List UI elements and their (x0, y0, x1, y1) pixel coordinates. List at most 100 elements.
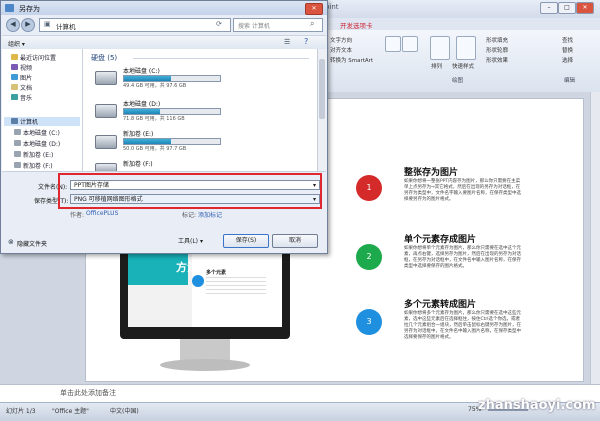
arrange-icon[interactable] (430, 36, 450, 60)
ribbon-align-text[interactable]: 对齐文本 (330, 46, 352, 54)
group-label-edit: 编辑 (564, 78, 576, 84)
shapes-gallery-icon[interactable] (402, 36, 418, 52)
nav-item-pictures[interactable]: 图片 (20, 73, 32, 82)
slide-scrollbar[interactable] (590, 92, 600, 384)
hide-folders-link[interactable]: 隐藏文件夹 (17, 239, 47, 248)
monitor-screen-text: 方法 (176, 261, 198, 274)
nav-item-drive-c[interactable]: 本地磁盘 (C:) (23, 128, 60, 137)
drive-e-info: 50.0 GB 可用，共 97.7 GB (123, 146, 187, 152)
ribbon-quick-style-button[interactable]: 快速样式 (452, 62, 474, 70)
drive-icon (14, 129, 21, 135)
ribbon-replace[interactable]: 替换 (562, 46, 573, 54)
drive-e-usage-fill (124, 139, 172, 144)
drive-e-icon[interactable] (95, 135, 117, 149)
scrollbar-thumb[interactable] (319, 59, 325, 119)
nav-item-drive-e[interactable]: 新加卷 (E:) (23, 150, 53, 159)
drive-c-usage-bar (123, 75, 221, 82)
collapse-icon[interactable]: ⊗ (8, 238, 14, 246)
nav-item-drive-d[interactable]: 本地磁盘 (D:) (23, 139, 60, 148)
shapes-gallery-icon[interactable] (385, 36, 401, 52)
cancel-button[interactable]: 取消 (272, 234, 318, 248)
tags-label: 标记: (182, 212, 197, 219)
view-options-icon[interactable]: ☰ (284, 38, 290, 46)
dialog-titlebar[interactable] (1, 1, 327, 15)
section-3-body: 如果你想将多个元素存为图片，那么你只需要在选中这些元素，选中这些元素后在选择框住… (404, 311, 521, 340)
ribbon-select[interactable]: 选择 (562, 56, 573, 64)
section-1-body: 如果你想将一整张PPT内容存为图片，那么你只需要在主菜单上点另存为→其它格式，然… (404, 179, 521, 202)
ribbon-shape-effects[interactable]: 形状效果 (486, 56, 508, 64)
drive-c-name[interactable]: 本地磁盘 (C:) (123, 66, 160, 75)
drive-c-usage-fill (124, 76, 172, 81)
ppt-close-button[interactable]: ✕ (576, 2, 594, 14)
drive-d-usage-fill (124, 109, 161, 114)
nav-item-documents[interactable]: 文档 (20, 83, 32, 92)
save-button[interactable]: 保存(S) (223, 234, 269, 248)
status-slide-number: 幻灯片 1/3 (6, 408, 36, 415)
drive-e-name[interactable]: 新加卷 (E:) (123, 129, 153, 138)
status-language: 中文(中国) (110, 408, 139, 415)
forward-icon[interactable]: ▶ (21, 18, 35, 32)
drive-icon (14, 151, 21, 157)
organize-button[interactable]: 组织 ▾ (8, 39, 25, 48)
tools-menu[interactable]: 工具(L) ▾ (178, 236, 203, 245)
section-1-circle: 1 (356, 175, 382, 201)
drive-d-usage-bar (123, 108, 221, 115)
help-icon[interactable]: ? (304, 37, 308, 46)
author-value[interactable]: OfficePLUS (86, 210, 118, 217)
address-bar[interactable]: ▣ 计算机 ⟳ (39, 18, 231, 32)
content-group-header[interactable]: 硬盘 (5) (91, 53, 117, 63)
tags-value[interactable]: 添加标记 (198, 210, 222, 219)
section-2-body: 如果你想将单个元素存为图片，那么你只需要在选中这个元素，再点右键，选择另存为图片… (404, 246, 521, 269)
search-placeholder: 搜索 计算机 (238, 23, 270, 30)
dialog-title: 另存为 (19, 5, 40, 13)
nav-item-videos[interactable]: 视频 (20, 63, 32, 72)
content-scrollbar[interactable] (317, 49, 327, 171)
ppt-maximize-button[interactable]: □ (558, 2, 576, 14)
monitor-screen-subtitle: 多个元素 (206, 270, 227, 276)
ribbon-convert-smartart[interactable]: 转换为 SmartArt (330, 56, 373, 64)
author-label: 作者: (70, 212, 85, 219)
group-header-divider (133, 58, 309, 59)
watermark: zhanshaoyi.com (478, 398, 596, 413)
ribbon-shape-outline[interactable]: 形状轮廓 (486, 46, 508, 54)
ribbon-find[interactable]: 查找 (562, 36, 573, 44)
refresh-icon[interactable]: ⟳ (216, 20, 222, 28)
nav-item-computer[interactable]: 计算机 (20, 117, 38, 126)
annotation-highlight (58, 173, 322, 209)
ppt-minimize-button[interactable]: – (540, 2, 558, 14)
search-icon[interactable]: ⌕ (310, 19, 314, 29)
section-1-title: 整张存为图片 (404, 168, 459, 178)
section-2-circle: 2 (356, 244, 382, 270)
drive-c-icon[interactable] (95, 71, 117, 85)
content-pane: 硬盘 (5) 本地磁盘 (C:) 49.4 GB 可用，共 97.6 GB 本地… (83, 49, 317, 173)
search-input[interactable]: 搜索 计算机 ⌕ (233, 18, 323, 32)
ribbon-tab-developer[interactable]: 开发选项卡 (340, 20, 373, 30)
pictures-icon (11, 74, 18, 80)
nav-item-drive-f[interactable]: 新加卷 (F:) (23, 161, 53, 170)
drive-icon (14, 162, 21, 168)
dialog-close-button[interactable]: ✕ (305, 3, 323, 15)
drive-d-icon[interactable] (95, 104, 117, 118)
ribbon-shape-fill[interactable]: 形状填充 (486, 36, 508, 44)
section-2-title: 单个元素存成图片 (404, 235, 477, 245)
drive-f-name[interactable]: 新加卷 (F:) (123, 159, 153, 168)
nav-item-music[interactable]: 音乐 (20, 93, 32, 102)
back-icon[interactable]: ◀ (6, 18, 20, 32)
nav-item-recent[interactable]: 最近访问位置 (20, 53, 56, 62)
section-3-title: 多个元素转成图片 (404, 300, 477, 310)
computer-icon (11, 118, 18, 124)
notes-placeholder: 单击此处添加备注 (60, 389, 116, 397)
computer-icon: ▣ (44, 20, 51, 28)
address-segment-computer[interactable]: 计算机 (56, 21, 76, 31)
tools-label: 工具(L) (178, 238, 199, 245)
group-label-draw: 绘图 (452, 78, 464, 84)
chevron-down-icon: ▾ (199, 238, 203, 245)
ribbon-arrange-button[interactable]: 排列 (431, 62, 442, 70)
quick-style-icon[interactable] (456, 36, 476, 60)
drive-d-name[interactable]: 本地磁盘 (D:) (123, 99, 160, 108)
ribbon-text-direction[interactable]: 文字方向 (330, 36, 352, 44)
recent-places-icon (11, 54, 18, 60)
dialog-toolbar: 组织 ▾ ☰ ? (2, 35, 326, 50)
drive-d-info: 71.8 GB 可用，共 116 GB (123, 116, 185, 122)
save-as-dialog: 另存为 ✕ ◀ ▶ ▣ 计算机 ⟳ 搜索 计算机 ⌕ 组织 ▾ ☰ ? 最近访问… (0, 0, 328, 254)
